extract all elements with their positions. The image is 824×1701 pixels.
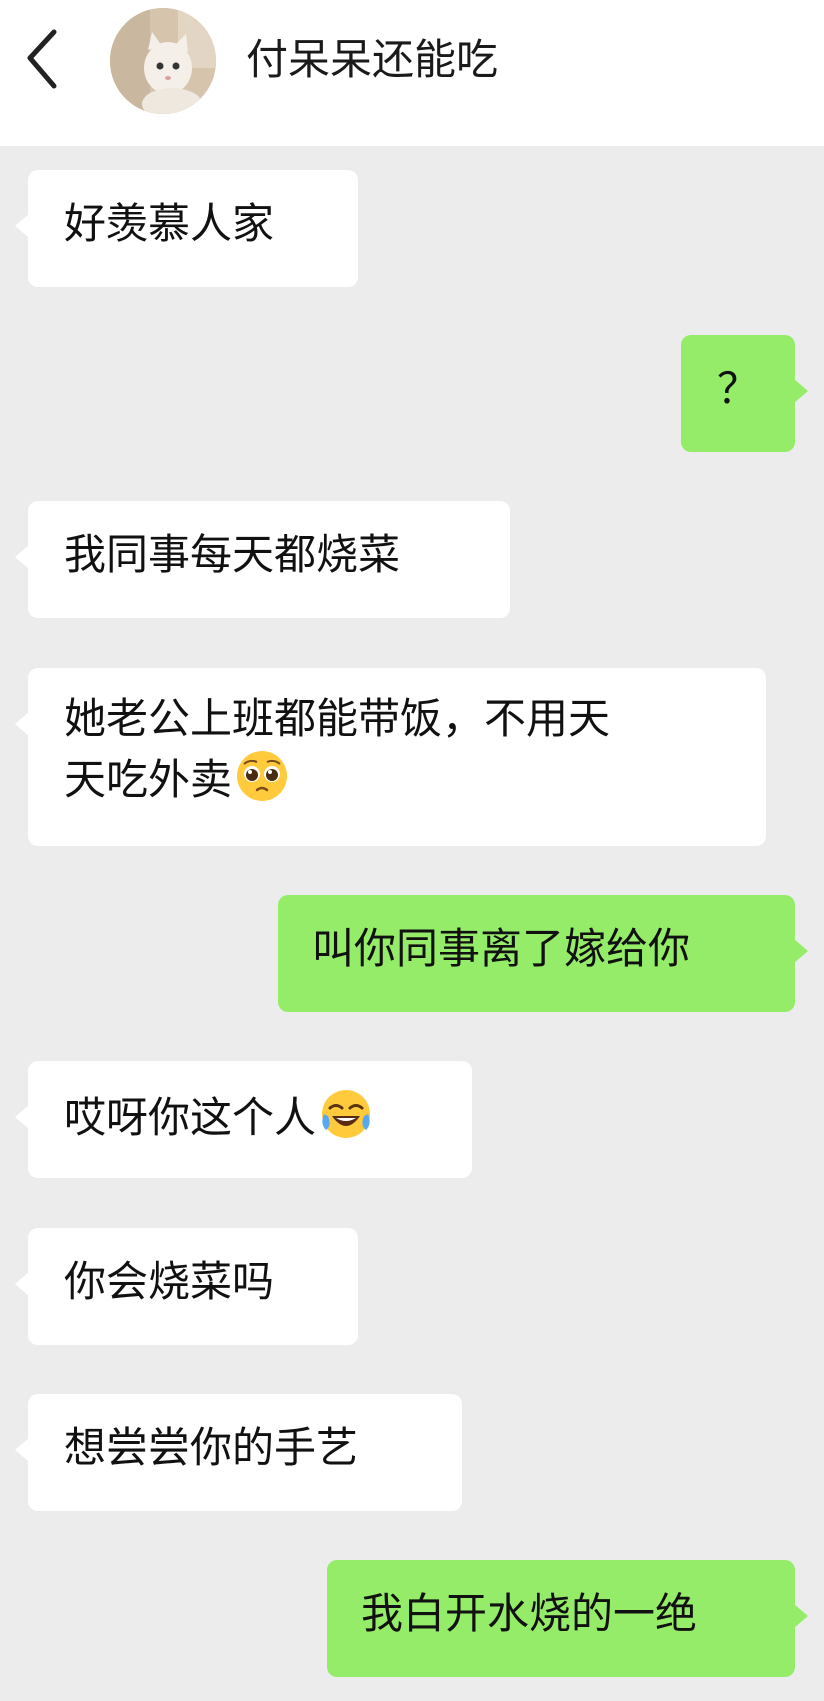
message-text: 你会烧菜吗: [64, 1257, 275, 1306]
message-text-line-2: 天吃外卖: [64, 748, 730, 809]
message-bubble[interactable]: 我白开水烧的一绝: [327, 1560, 808, 1677]
message-list[interactable]: 好羡慕人家 ？ 我同事每天都烧菜 她老公上班都能带饭，不用天 天吃外卖 叫你同事…: [0, 146, 824, 1701]
message-bubble[interactable]: 叫你同事离了嫁给你: [278, 895, 808, 1012]
message-text: 哎呀你这个人: [64, 1093, 317, 1142]
chevron-left-icon: [27, 29, 57, 89]
message-text: ？: [716, 364, 759, 413]
message-text: 想尝尝你的手艺: [64, 1423, 359, 1472]
message-bubble[interactable]: 她老公上班都能带饭，不用天 天吃外卖: [15, 668, 766, 846]
avatar[interactable]: [110, 8, 216, 114]
message-bubble[interactable]: 我同事每天都烧菜: [15, 501, 510, 618]
contact-name: 付呆呆还能吃: [246, 35, 499, 84]
pleading-face-icon: [237, 751, 288, 801]
message-bubble[interactable]: 哎呀你这个人: [15, 1061, 472, 1178]
tears-of-joy-icon: [322, 1090, 371, 1138]
message-text: 我同事每天都烧菜: [64, 530, 401, 579]
message-text: 我白开水烧的一绝: [361, 1589, 698, 1638]
message-bubble[interactable]: 好羡慕人家: [15, 170, 358, 287]
message-bubble[interactable]: 你会烧菜吗: [15, 1228, 358, 1345]
message-bubble[interactable]: 想尝尝你的手艺: [15, 1394, 462, 1511]
message-text-line-1: 她老公上班都能带饭，不用天: [64, 694, 611, 743]
back-button[interactable]: [18, 24, 74, 96]
message-text: 叫你同事离了嫁给你: [312, 924, 691, 973]
message-bubble[interactable]: ？: [681, 335, 808, 452]
message-text: 天吃外卖: [64, 755, 233, 804]
chat-header: 付呆呆还能吃: [0, 0, 824, 146]
cat-avatar-image: [110, 8, 216, 114]
message-text: 好羡慕人家: [64, 199, 275, 248]
